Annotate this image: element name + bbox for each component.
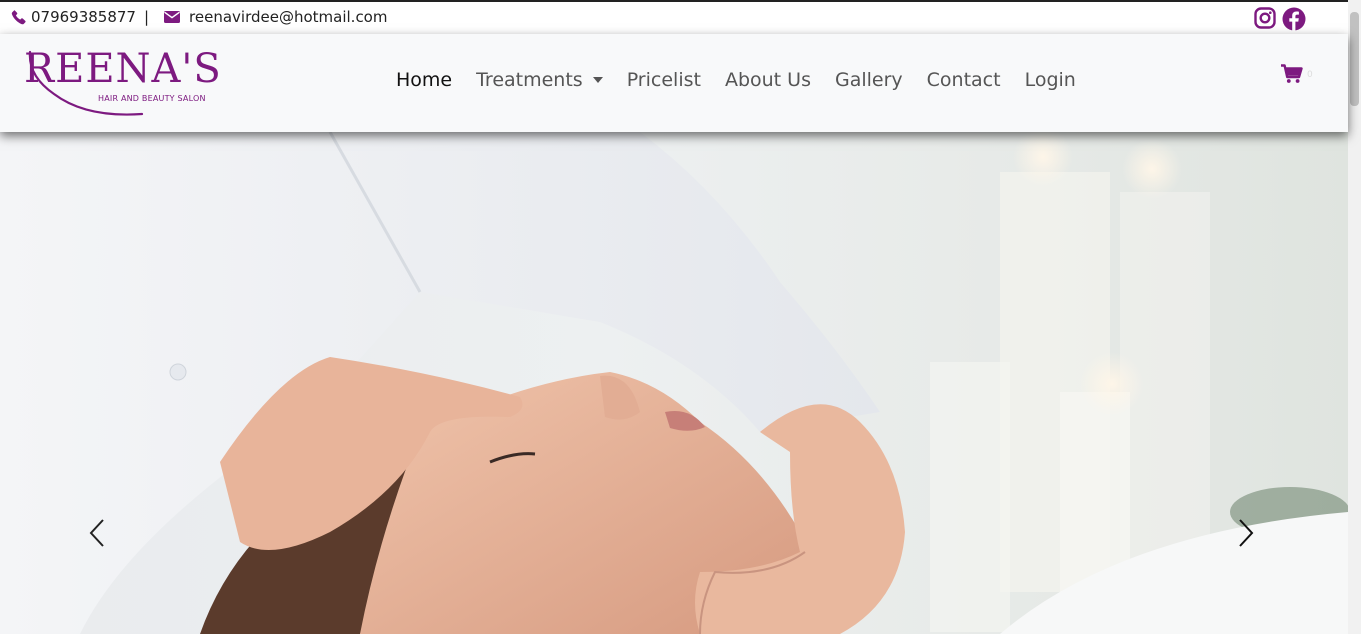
page-scrollbar[interactable]: [1348, 0, 1361, 634]
main-navbar: REENA'S HAIR AND BEAUTY SALON Home Treat…: [0, 34, 1348, 132]
scrollbar-thumb[interactable]: [1350, 12, 1359, 106]
salon-logo[interactable]: REENA'S HAIR AND BEAUTY SALON: [24, 46, 224, 118]
top-contact-bar: 07969385877 | reenavirdee@hotmail.com: [0, 0, 1348, 34]
envelope-icon: [164, 11, 181, 23]
cart-button[interactable]: 0: [1281, 64, 1313, 84]
carousel-prev-arrow[interactable]: [87, 518, 107, 548]
nav-contact-label: Contact: [926, 69, 1001, 91]
contact-info: 07969385877 | reenavirdee@hotmail.com: [11, 8, 387, 26]
caret-down-icon: [592, 77, 603, 83]
nav-login[interactable]: Login: [1025, 69, 1076, 91]
social-links: [1254, 7, 1306, 31]
email-address[interactable]: reenavirdee@hotmail.com: [189, 8, 387, 26]
nav-contact[interactable]: Contact: [927, 69, 1001, 91]
cart-icon: [1281, 64, 1303, 83]
phone-icon: [11, 10, 26, 25]
facebook-icon[interactable]: [1282, 7, 1306, 31]
contact-separator: |: [143, 8, 150, 26]
cart-count: 0: [1307, 70, 1313, 80]
nav-home-label: Home: [396, 69, 453, 91]
hero-carousel: [0, 132, 1348, 634]
nav-treatments-dropdown[interactable]: Treatments: [476, 69, 603, 91]
nav-about-us[interactable]: About Us: [725, 69, 811, 91]
primary-nav: Home Treatments Pricelist About Us Galle…: [396, 69, 1100, 91]
nav-gallery-label: Gallery: [834, 69, 903, 91]
nav-treatments-label: Treatments: [476, 69, 583, 91]
nav-about-us-label: About Us: [724, 69, 811, 91]
nav-pricelist[interactable]: Pricelist: [627, 69, 701, 91]
phone-number[interactable]: 07969385877: [31, 8, 136, 26]
logo-title: REENA'S: [24, 46, 222, 92]
nav-login-label: Login: [1024, 69, 1076, 91]
nav-gallery[interactable]: Gallery: [835, 69, 903, 91]
logo-subtitle: HAIR AND BEAUTY SALON: [98, 94, 206, 103]
nav-pricelist-label: Pricelist: [626, 69, 701, 91]
hero-slide-image: [0, 132, 1348, 634]
nav-home[interactable]: Home: [396, 69, 452, 91]
instagram-icon[interactable]: [1254, 7, 1276, 29]
carousel-next-arrow[interactable]: [1236, 518, 1256, 548]
